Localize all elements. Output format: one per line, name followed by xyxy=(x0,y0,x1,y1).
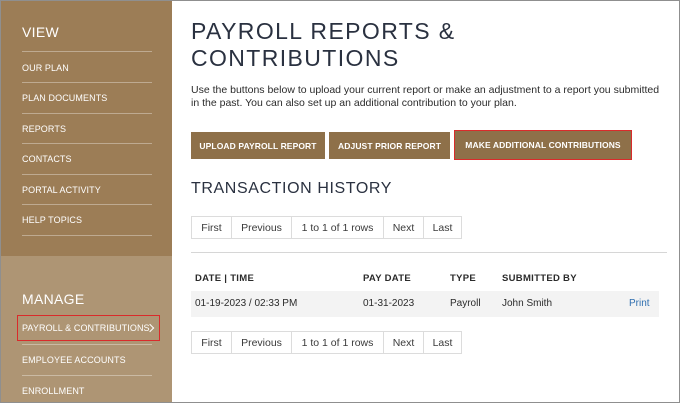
pager-previous-button[interactable]: Previous xyxy=(232,332,292,353)
column-header-pay-date: PAY DATE xyxy=(363,273,411,284)
cell-pay-date: 01-31-2023 xyxy=(363,298,415,309)
cell-submitted-by: John Smith xyxy=(502,298,553,309)
transaction-history-title: TRANSACTION HISTORY xyxy=(191,180,393,197)
sidebar-item-payroll-contributions[interactable]: PAYROLL & CONTRIBUTIONS xyxy=(17,315,160,341)
sidebar: VIEW OUR PLAN PLAN DOCUMENTS REPORTS CON… xyxy=(1,1,172,402)
pager-row-count: 1 to 1 of 1 rows xyxy=(292,332,384,353)
sidebar-item-employee-accounts[interactable]: EMPLOYEE ACCOUNTS xyxy=(22,344,152,375)
sidebar-item-plan-documents[interactable]: PLAN DOCUMENTS xyxy=(22,82,152,113)
column-header-date-time: DATE | TIME xyxy=(195,273,255,284)
sidebar-item-label: PORTAL ACTIVITY xyxy=(22,184,101,195)
pagination-bottom: First Previous 1 to 1 of 1 rows Next Las… xyxy=(191,331,462,354)
pager-first-button[interactable]: First xyxy=(192,217,232,238)
pager-row-count: 1 to 1 of 1 rows xyxy=(292,217,384,238)
page-title: PAYROLL REPORTS & CONTRIBUTIONS xyxy=(191,18,456,71)
pager-first-button[interactable]: First xyxy=(192,332,232,353)
sidebar-item-contacts[interactable]: CONTACTS xyxy=(22,143,152,174)
app-window: VIEW OUR PLAN PLAN DOCUMENTS REPORTS CON… xyxy=(0,0,680,403)
sidebar-item-help-topics[interactable]: HELP TOPICS xyxy=(22,204,152,235)
sidebar-item-enrollment[interactable]: ENROLLMENT xyxy=(22,375,152,402)
pager-last-button[interactable]: Last xyxy=(424,217,461,238)
sidebar-item-label: PAYROLL & CONTRIBUTIONS xyxy=(22,323,150,333)
sidebar-view-section: VIEW OUR PLAN PLAN DOCUMENTS REPORTS CON… xyxy=(1,1,172,256)
column-header-type: TYPE xyxy=(450,273,477,284)
cell-type: Payroll xyxy=(450,298,481,309)
sidebar-item-label: ENROLLMENT xyxy=(22,385,85,396)
sidebar-manage-section: MANAGE PAYROLL & CONTRIBUTIONS EMPLOYEE … xyxy=(1,256,172,402)
intro-text: Use the buttons below to upload your cur… xyxy=(191,84,660,109)
sidebar-item-label: OUR PLAN xyxy=(22,62,69,73)
print-link[interactable]: Print xyxy=(629,298,650,309)
sidebar-item-label: EMPLOYEE ACCOUNTS xyxy=(22,354,126,365)
pagination-top: First Previous 1 to 1 of 1 rows Next Las… xyxy=(191,216,462,239)
sidebar-item-reports[interactable]: REPORTS xyxy=(22,113,152,144)
make-additional-contributions-button[interactable]: MAKE ADDITIONAL CONTRIBUTIONS xyxy=(454,130,632,160)
sidebar-item-label: HELP TOPICS xyxy=(22,214,83,225)
pager-previous-button[interactable]: Previous xyxy=(232,217,292,238)
sidebar-view-heading: VIEW xyxy=(22,24,59,40)
main-content: PAYROLL REPORTS & CONTRIBUTIONS Use the … xyxy=(172,1,679,402)
pager-next-button[interactable]: Next xyxy=(384,217,424,238)
sidebar-manage-heading: MANAGE xyxy=(22,291,85,307)
upload-payroll-report-button[interactable]: UPLOAD PAYROLL REPORT xyxy=(191,132,325,159)
pager-last-button[interactable]: Last xyxy=(424,332,461,353)
sidebar-item-our-plan[interactable]: OUR PLAN xyxy=(22,52,152,83)
column-header-submitted-by: SUBMITTED BY xyxy=(502,273,577,284)
pager-next-button[interactable]: Next xyxy=(384,332,424,353)
adjust-prior-report-button[interactable]: ADJUST PRIOR REPORT xyxy=(329,132,450,159)
sidebar-item-label: REPORTS xyxy=(22,123,67,134)
sidebar-divider xyxy=(22,235,152,236)
table-divider xyxy=(191,252,667,253)
cell-date-time: 01-19-2023 / 02:33 PM xyxy=(195,298,298,309)
sidebar-item-portal-activity[interactable]: PORTAL ACTIVITY xyxy=(22,174,152,205)
sidebar-item-label: PLAN DOCUMENTS xyxy=(22,92,108,103)
sidebar-item-label: CONTACTS xyxy=(22,153,72,164)
